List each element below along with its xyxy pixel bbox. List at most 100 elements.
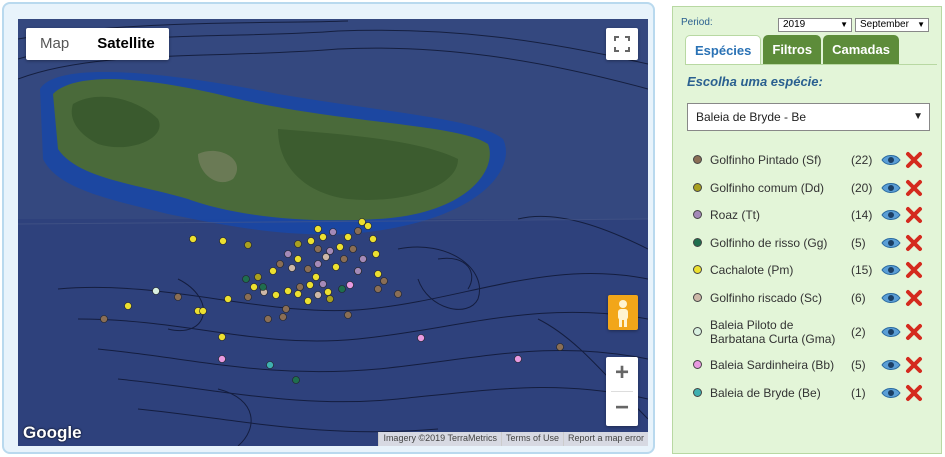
sighting-marker[interactable]: [332, 263, 340, 271]
sighting-marker[interactable]: [199, 307, 207, 315]
sighting-marker[interactable]: [417, 334, 425, 342]
sighting-marker[interactable]: [250, 283, 258, 291]
sighting-marker[interactable]: [329, 228, 337, 236]
sighting-marker[interactable]: [344, 233, 352, 241]
sighting-marker[interactable]: [288, 264, 296, 272]
sighting-marker[interactable]: [218, 333, 226, 341]
sighting-marker[interactable]: [346, 281, 354, 289]
remove-icon[interactable]: [905, 261, 923, 279]
sighting-marker[interactable]: [218, 355, 226, 363]
sighting-marker[interactable]: [514, 355, 522, 363]
eye-icon[interactable]: [881, 386, 901, 400]
sighting-marker[interactable]: [294, 290, 302, 298]
sighting-marker[interactable]: [326, 247, 334, 255]
fullscreen-button[interactable]: [606, 28, 638, 60]
year-select[interactable]: 2019 ▼: [778, 18, 852, 32]
eye-icon[interactable]: [881, 325, 901, 339]
remove-icon[interactable]: [905, 384, 923, 402]
sighting-marker[interactable]: [314, 245, 322, 253]
sighting-marker[interactable]: [349, 245, 357, 253]
map-type-map[interactable]: Map: [26, 28, 83, 60]
sighting-marker[interactable]: [394, 290, 402, 298]
sighting-marker[interactable]: [294, 255, 302, 263]
sighting-marker[interactable]: [244, 293, 252, 301]
sighting-marker[interactable]: [312, 273, 320, 281]
sighting-marker[interactable]: [338, 285, 346, 293]
eye-icon[interactable]: [881, 208, 901, 222]
remove-icon[interactable]: [905, 179, 923, 197]
sighting-marker[interactable]: [304, 265, 312, 273]
zoom-in-button[interactable]: +: [606, 357, 638, 391]
tab-filtros[interactable]: Filtros: [763, 35, 822, 65]
report-map-error-link[interactable]: Report a map error: [562, 432, 648, 446]
sighting-marker[interactable]: [319, 233, 327, 241]
sighting-marker[interactable]: [358, 218, 366, 226]
street-view-pegman-button[interactable]: [608, 295, 638, 330]
sighting-marker[interactable]: [340, 255, 348, 263]
sighting-marker[interactable]: [354, 227, 362, 235]
sighting-marker[interactable]: [254, 273, 262, 281]
sighting-marker[interactable]: [259, 283, 267, 291]
eye-icon[interactable]: [881, 358, 901, 372]
sighting-marker[interactable]: [364, 222, 372, 230]
tab-camadas[interactable]: Camadas: [823, 35, 899, 65]
eye-icon[interactable]: [881, 263, 901, 277]
sighting-marker[interactable]: [344, 311, 352, 319]
sighting-marker[interactable]: [282, 305, 290, 313]
sighting-marker[interactable]: [556, 343, 564, 351]
sighting-marker[interactable]: [294, 240, 302, 248]
remove-icon[interactable]: [905, 356, 923, 374]
sighting-marker[interactable]: [174, 293, 182, 301]
sighting-marker[interactable]: [319, 280, 327, 288]
sighting-marker[interactable]: [272, 291, 280, 299]
species-select[interactable]: Baleia de Bryde - Be ▼: [687, 103, 930, 131]
sighting-marker[interactable]: [354, 267, 362, 275]
sighting-marker[interactable]: [264, 315, 272, 323]
sighting-marker[interactable]: [279, 313, 287, 321]
sighting-marker[interactable]: [359, 255, 367, 263]
sighting-marker[interactable]: [322, 253, 330, 261]
sighting-marker[interactable]: [306, 281, 314, 289]
sighting-marker[interactable]: [314, 260, 322, 268]
satellite-map[interactable]: Map Satellite + − Google Imagery ©2019 T…: [18, 19, 648, 446]
zoom-out-button[interactable]: −: [606, 392, 638, 426]
sighting-marker[interactable]: [244, 241, 252, 249]
remove-icon[interactable]: [905, 206, 923, 224]
sighting-marker[interactable]: [372, 250, 380, 258]
sighting-marker[interactable]: [266, 361, 274, 369]
sighting-marker[interactable]: [374, 285, 382, 293]
sighting-marker[interactable]: [189, 235, 197, 243]
sighting-marker[interactable]: [276, 260, 284, 268]
sighting-marker[interactable]: [284, 250, 292, 258]
sighting-marker[interactable]: [336, 243, 344, 251]
sighting-marker[interactable]: [292, 376, 300, 384]
remove-icon[interactable]: [905, 234, 923, 252]
sighting-marker[interactable]: [219, 237, 227, 245]
sighting-marker[interactable]: [100, 315, 108, 323]
map-type-satellite[interactable]: Satellite: [83, 28, 169, 60]
remove-icon[interactable]: [905, 151, 923, 169]
sighting-marker[interactable]: [284, 287, 292, 295]
month-select[interactable]: September ▼: [855, 18, 929, 32]
sighting-marker[interactable]: [314, 225, 322, 233]
sighting-marker[interactable]: [242, 275, 250, 283]
sighting-marker[interactable]: [314, 291, 322, 299]
sighting-marker[interactable]: [152, 287, 160, 295]
eye-icon[interactable]: [881, 291, 901, 305]
eye-icon[interactable]: [881, 181, 901, 195]
eye-icon[interactable]: [881, 153, 901, 167]
remove-icon[interactable]: [905, 289, 923, 307]
sighting-marker[interactable]: [224, 295, 232, 303]
sighting-marker[interactable]: [374, 270, 382, 278]
sighting-marker[interactable]: [369, 235, 377, 243]
sighting-marker[interactable]: [304, 297, 312, 305]
sighting-marker[interactable]: [324, 288, 332, 296]
tab-especies[interactable]: Espécies: [685, 35, 762, 65]
terms-of-use-link[interactable]: Terms of Use: [500, 432, 563, 446]
sighting-marker[interactable]: [380, 277, 388, 285]
remove-icon[interactable]: [905, 323, 923, 341]
sighting-marker[interactable]: [124, 302, 132, 310]
sighting-marker[interactable]: [307, 237, 315, 245]
eye-icon[interactable]: [881, 236, 901, 250]
sighting-marker[interactable]: [296, 283, 304, 291]
